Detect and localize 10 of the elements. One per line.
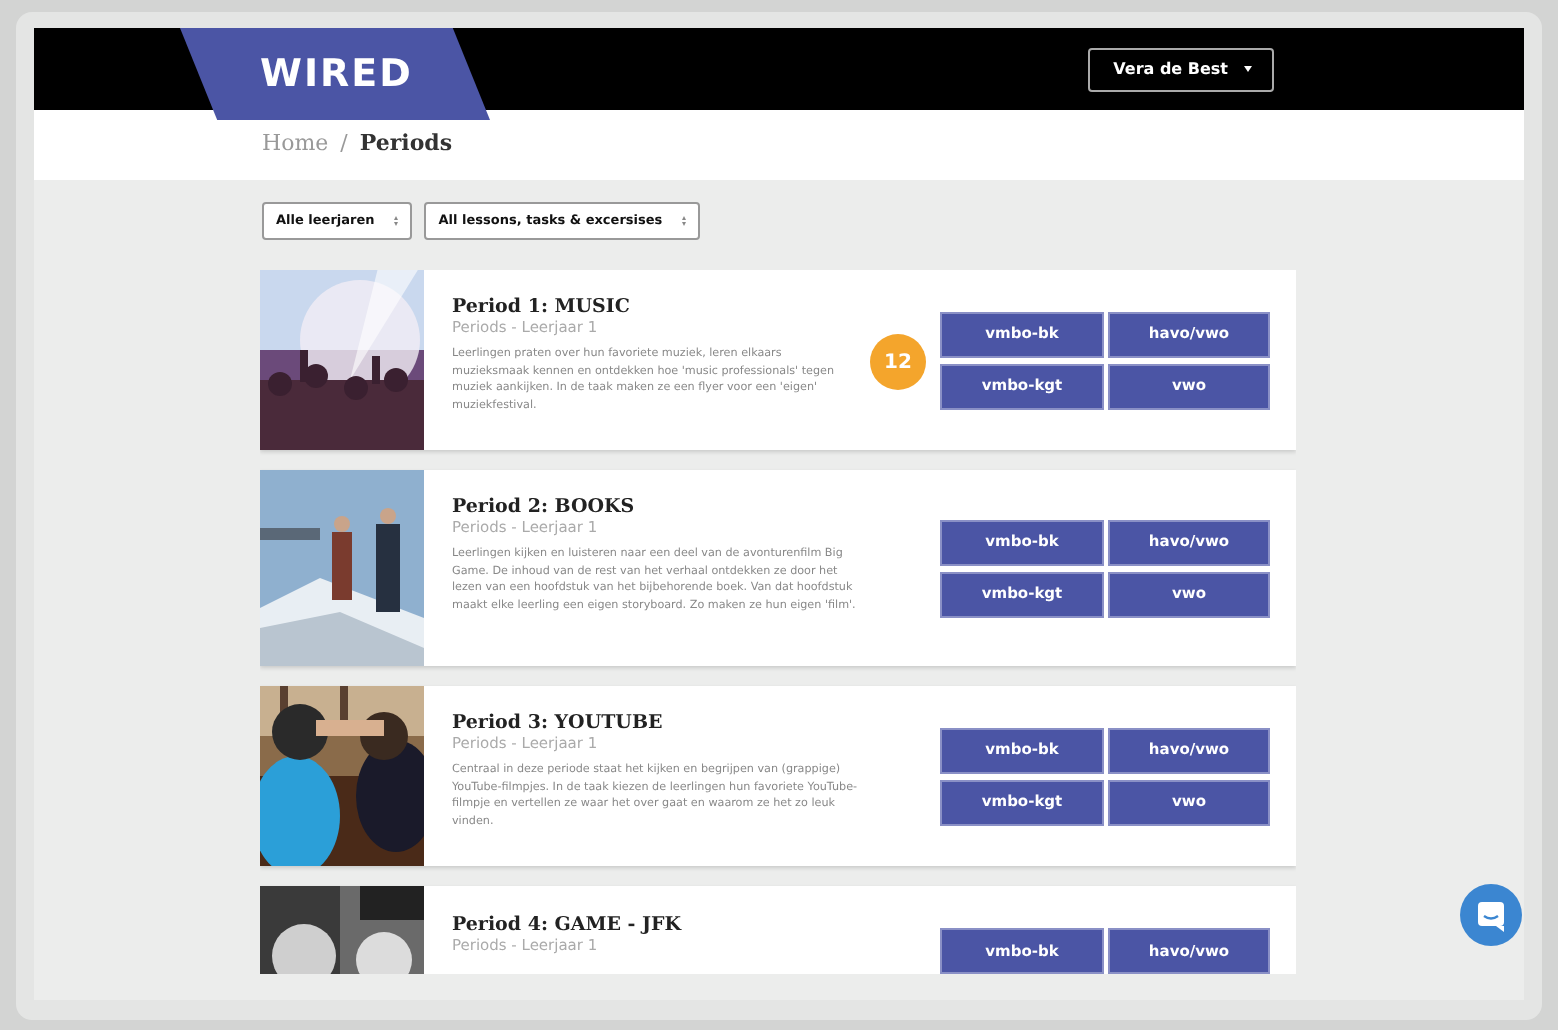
period-title[interactable]: Period 3: YOUTUBE [452, 714, 926, 735]
period-title[interactable]: Period 2: BOOKS [452, 498, 926, 519]
breadcrumb-current: Periods [359, 128, 453, 161]
user-menu-button[interactable]: Vera de Best [1087, 47, 1274, 91]
caret-icon [1244, 66, 1252, 72]
period-title[interactable]: Period 1: MUSIC [452, 298, 926, 319]
breadcrumb-separator: / [340, 128, 348, 161]
logo[interactable]: WIRED [180, 28, 490, 120]
period-title[interactable]: Period 4: GAME - JFK [452, 916, 926, 937]
chat-icon[interactable] [1460, 884, 1522, 946]
